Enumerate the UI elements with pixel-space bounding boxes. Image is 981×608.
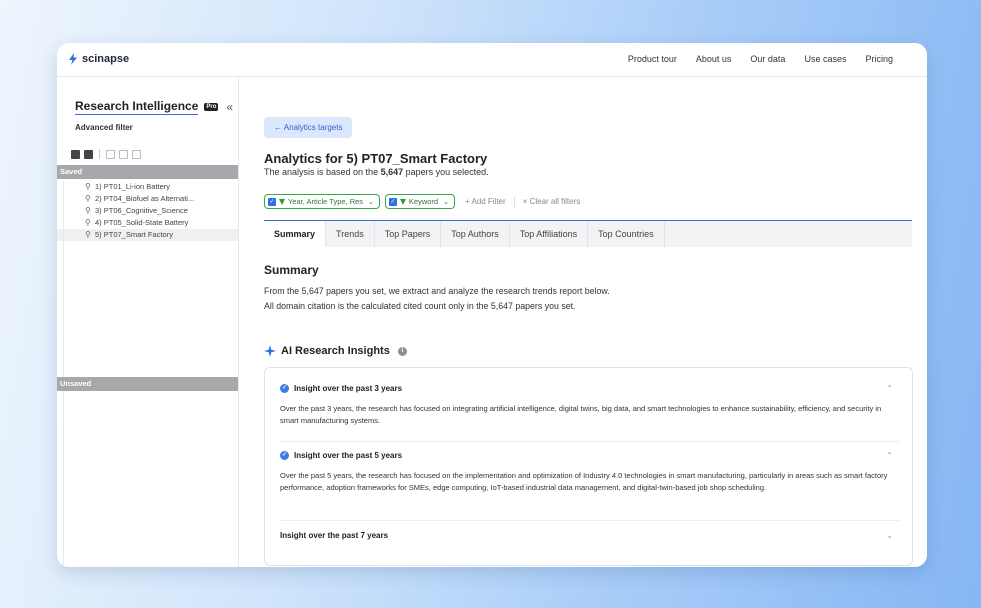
main-content: ← Analytics targets Analytics for 5) PT0… — [239, 77, 927, 567]
summary-text-2: All domain citation is the calculated ci… — [264, 301, 576, 311]
search-icon: ⚲ — [85, 218, 91, 227]
search-icon: ⚲ — [85, 206, 91, 215]
nav-product-tour[interactable]: Product tour — [628, 54, 677, 64]
insight-5-years: ✓ Insight over the past 5 years ⌃ Over t… — [280, 451, 899, 493]
summary-text-1: From the 5,647 papers you set, we extrac… — [264, 286, 610, 296]
checkbox-icon[interactable]: ✓ — [268, 197, 276, 206]
paper-count: 5,647 — [380, 167, 404, 177]
checkbox-icon[interactable]: ✓ — [388, 197, 397, 206]
add-filter-button[interactable]: + Add Filter — [465, 197, 506, 206]
check-circle-icon: ✓ — [280, 451, 289, 460]
sidebar-toolbar — [71, 149, 141, 159]
desc-prefix: The analysis is based on the — [264, 167, 381, 177]
insight-title: Insight over the past 3 years — [294, 384, 403, 393]
saved-section-header: Saved — [57, 165, 238, 179]
tab-top-countries[interactable]: Top Countries — [588, 221, 665, 247]
sidebar-inner-divider — [63, 181, 64, 567]
tab-top-papers[interactable]: Top Papers — [375, 221, 442, 247]
chevron-up-icon[interactable]: ⌃ — [886, 384, 893, 393]
funnel-icon — [279, 198, 285, 205]
ai-insights-header: AI Research Insights i — [264, 345, 407, 357]
funnel-icon — [399, 198, 406, 205]
sidebar: Research Intelligence Pro « Advanced fil… — [57, 77, 239, 567]
insight-7-years: Insight over the past 7 years ⌄ — [280, 531, 899, 540]
saved-item[interactable]: ⚲ 1) PT01_Li-ion Battery — [57, 181, 238, 193]
sparkle-icon — [264, 345, 276, 357]
chevron-up-icon[interactable]: ⌃ — [886, 451, 893, 460]
pro-badge: Pro — [204, 103, 219, 111]
advanced-filter-label[interactable]: Advanced filter — [75, 123, 133, 132]
check-circle-icon: ✓ — [280, 384, 289, 393]
insight-header[interactable]: ✓ Insight over the past 5 years — [280, 451, 899, 460]
copy-icon[interactable] — [119, 149, 128, 159]
nav-about-us[interactable]: About us — [696, 54, 732, 64]
collapse-sidebar-icon[interactable]: « — [226, 100, 233, 114]
saved-item[interactable]: ⚲ 3) PT06_Cognitive_Science — [57, 205, 238, 217]
insight-body: Over the past 5 years, the research has … — [280, 471, 888, 492]
trash-icon[interactable] — [132, 149, 141, 159]
chevron-down-icon[interactable]: ⌄ — [886, 531, 893, 540]
search-icon: ⚲ — [85, 194, 91, 203]
toolbar-divider — [99, 149, 100, 159]
new-file-icon[interactable] — [71, 149, 80, 159]
info-icon[interactable]: i — [397, 346, 407, 356]
nav-pricing[interactable]: Pricing — [865, 54, 893, 64]
tab-top-authors[interactable]: Top Authors — [441, 221, 510, 247]
chevron-down-icon: ⌄ — [443, 198, 449, 206]
filter-chip-label: Year, Article Type, Res — [288, 197, 364, 206]
insight-divider — [280, 520, 899, 521]
insight-body: Over the past 3 years, the research has … — [280, 404, 882, 425]
summary-heading: Summary — [264, 263, 319, 277]
insight-title: Insight over the past 7 years — [280, 531, 389, 540]
desc-suffix: papers you selected. — [403, 167, 489, 177]
saved-item[interactable]: ⚲ 2) PT04_Biofuel as Alternati... — [57, 193, 238, 205]
search-icon: ⚲ — [85, 230, 91, 239]
filter-chip-year-type[interactable]: ✓ Year, Article Type, Res ⌄ — [264, 194, 380, 209]
tab-top-affiliations[interactable]: Top Affiliations — [510, 221, 589, 247]
filter-bar: ✓ Year, Article Type, Res ⌄ ✓ Keyword ⌄ … — [264, 194, 580, 209]
insight-header[interactable]: ✓ Insight over the past 3 years — [280, 384, 899, 393]
insight-divider — [280, 441, 899, 442]
sidebar-header: Research Intelligence Pro « — [75, 99, 233, 115]
clear-filters-button[interactable]: × Clear all filters — [523, 197, 581, 206]
saved-item[interactable]: ⚲ 4) PT05_Solid-State Battery — [57, 217, 238, 229]
nav-links: Product tour About us Our data Use cases… — [609, 54, 893, 64]
app-window: scinapse Product tour About us Our data … — [57, 43, 927, 567]
insights-panel: ✓ Insight over the past 3 years ⌃ Over t… — [264, 367, 913, 566]
page-description: The analysis is based on the 5,647 paper… — [264, 167, 489, 177]
filter-chip-keyword[interactable]: ✓ Keyword ⌄ — [384, 194, 455, 209]
brand-name: scinapse — [82, 53, 130, 65]
nav-use-cases[interactable]: Use cases — [804, 54, 846, 64]
brand[interactable]: scinapse — [67, 53, 129, 65]
analytics-targets-button[interactable]: ← Analytics targets — [264, 117, 353, 138]
filter-chip-label: Keyword — [408, 197, 439, 206]
insight-header[interactable]: Insight over the past 7 years — [280, 531, 899, 540]
saved-list: ⚲ 1) PT01_Li-ion Battery ⚲ 2) PT04_Biofuel… — [57, 181, 238, 241]
filter-divider — [513, 196, 515, 207]
tab-bar: Summary Trends Top Papers Top Authors To… — [264, 221, 912, 247]
page-title: Analytics for 5) PT07_Smart Factory — [264, 151, 488, 166]
edit-icon[interactable] — [106, 149, 115, 159]
ai-insights-title: AI Research Insights — [281, 345, 390, 357]
insight-3-years: ✓ Insight over the past 3 years ⌃ Over t… — [280, 384, 899, 426]
scinapse-logo-icon — [69, 53, 77, 65]
sidebar-title[interactable]: Research Intelligence — [75, 99, 199, 115]
tab-trends[interactable]: Trends — [326, 221, 375, 247]
search-icon: ⚲ — [85, 182, 91, 191]
tab-summary[interactable]: Summary — [264, 221, 327, 247]
unsaved-section-header: Unsaved — [57, 377, 238, 391]
top-navigation: scinapse Product tour About us Our data … — [57, 43, 927, 77]
saved-item-active[interactable]: ⚲ 5) PT07_Smart Factory — [57, 229, 238, 241]
chevron-down-icon: ⌄ — [368, 198, 374, 206]
new-folder-icon[interactable] — [84, 149, 93, 159]
insight-title: Insight over the past 5 years — [294, 451, 403, 460]
nav-our-data[interactable]: Our data — [750, 54, 785, 64]
